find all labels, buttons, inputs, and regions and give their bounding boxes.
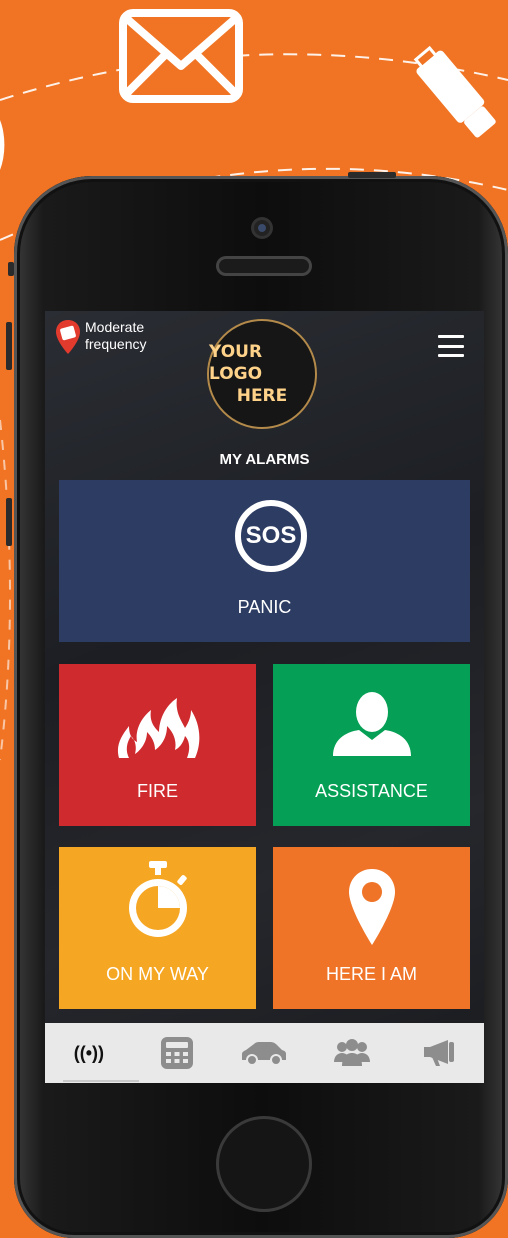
assistance-label: ASSISTANCE	[315, 781, 428, 801]
company-logo: YOUR LOGO HERE	[209, 321, 315, 427]
hamburger-menu-icon[interactable]	[438, 335, 464, 357]
fire-alarm-button[interactable]: FIRE	[59, 664, 256, 826]
frequency-indicator: Moderate frequency	[55, 319, 146, 355]
frequency-line-1: Moderate	[85, 319, 145, 335]
tab-calculator[interactable]	[147, 1028, 207, 1078]
flame-icon	[117, 698, 200, 758]
calculator-icon	[160, 1037, 193, 1069]
panic-alarm-button[interactable]: SOS PANIC	[59, 480, 470, 642]
envelope-icon	[119, 9, 243, 103]
location-pin-icon	[56, 320, 80, 354]
volume-up-button	[6, 322, 12, 370]
assistance-alarm-button[interactable]: ASSISTANCE	[273, 664, 470, 826]
bottom-tab-bar: ((•))	[45, 1023, 484, 1083]
fire-label: FIRE	[136, 781, 178, 801]
tab-alarms[interactable]: ((•))	[59, 1028, 139, 1082]
earpiece-speaker	[216, 256, 312, 276]
panic-label: PANIC	[237, 597, 292, 617]
app-screen: Moderate frequency YOUR LOGO HERE MY ALA…	[45, 311, 484, 1083]
logo-line-2: HERE	[236, 386, 288, 406]
page-title: MY ALARMS	[219, 451, 310, 468]
car-icon	[242, 1042, 287, 1066]
volume-down-button	[6, 498, 12, 546]
front-camera	[254, 220, 270, 236]
tab-car[interactable]	[234, 1028, 294, 1078]
tab-group[interactable]	[322, 1028, 382, 1078]
sos-icon: SOS	[235, 500, 307, 572]
person-icon	[333, 692, 411, 756]
on-my-way-label: ON MY WAY	[106, 964, 209, 984]
here-i-am-alarm-button[interactable]: HERE I AM	[273, 847, 470, 1009]
here-i-am-label: HERE I AM	[325, 964, 418, 984]
map-pin-icon	[349, 869, 395, 945]
stopwatch-icon	[129, 861, 187, 937]
logo-line-1: YOUR LOGO	[209, 342, 263, 384]
frequency-label: Moderate frequency	[85, 319, 146, 353]
home-button[interactable]	[216, 1116, 312, 1212]
alarms-icon: ((•))	[73, 1042, 105, 1063]
group-icon	[334, 1039, 371, 1066]
power-button	[348, 172, 396, 178]
frequency-line-2: frequency	[85, 336, 147, 352]
on-my-way-alarm-button[interactable]: ON MY WAY	[59, 847, 256, 1009]
megaphone-icon	[424, 1040, 455, 1066]
tab-megaphone[interactable]	[410, 1028, 470, 1078]
usb-plug-icon	[413, 45, 496, 138]
mute-switch	[8, 262, 14, 276]
